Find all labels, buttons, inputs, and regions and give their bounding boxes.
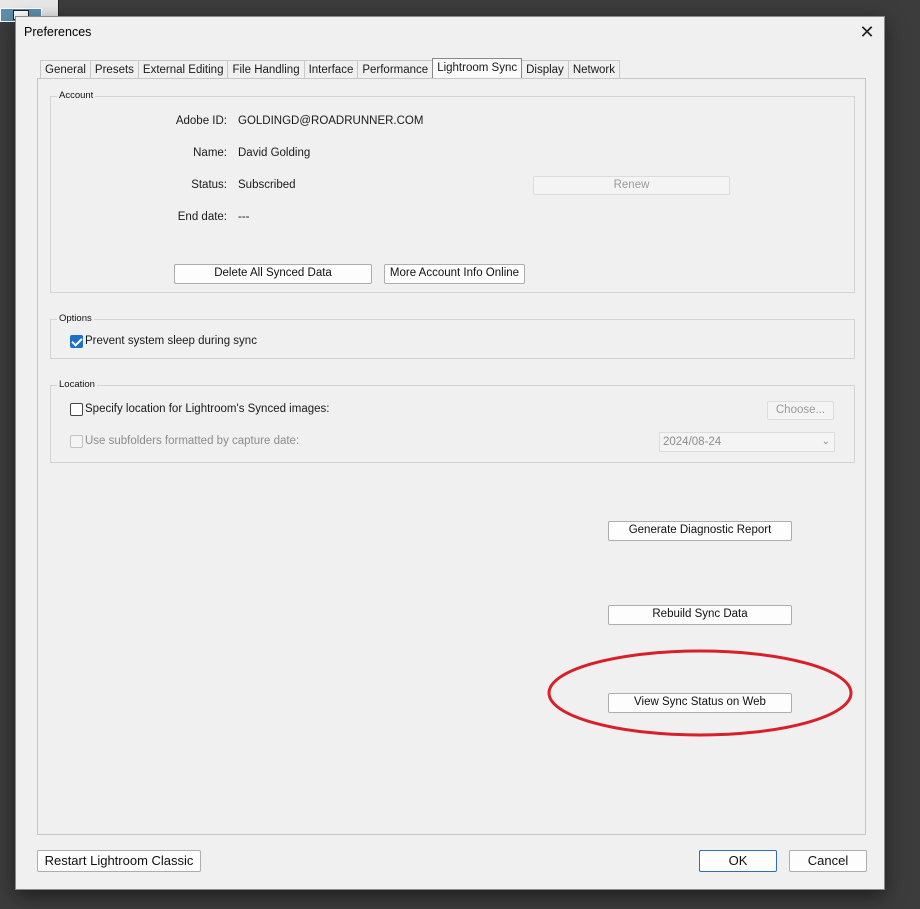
renew-button[interactable]: Renew xyxy=(533,176,730,195)
chevron-down-icon: ⌄ xyxy=(821,436,830,447)
location-group: Location Specify location for Lightroom'… xyxy=(50,379,855,463)
date-format-value: 2024/08-24 xyxy=(663,436,722,448)
tab-file-handling[interactable]: File Handling xyxy=(227,60,305,78)
tab-presets[interactable]: Presets xyxy=(89,60,139,78)
end-date-value: --- xyxy=(238,211,250,223)
preferences-dialog: Preferences ✕ General Presets External E… xyxy=(15,16,885,890)
date-format-select[interactable]: 2024/08-24 ⌄ xyxy=(659,432,835,452)
cancel-button[interactable]: Cancel xyxy=(789,850,867,872)
options-group-label: Options xyxy=(57,313,94,324)
delete-all-synced-data-button[interactable]: Delete All Synced Data xyxy=(174,264,372,284)
account-group: Account Adobe ID: GOLDINGD@ROADRUNNER.CO… xyxy=(50,90,855,293)
lightroom-sync-panel: Account Adobe ID: GOLDINGD@ROADRUNNER.CO… xyxy=(37,78,866,835)
options-group: Options Prevent system sleep during sync xyxy=(50,313,855,359)
tab-external-editing[interactable]: External Editing xyxy=(137,60,229,78)
subfolders-label: Use subfolders formatted by capture date… xyxy=(85,435,300,447)
tab-lightroom-sync[interactable]: Lightroom Sync xyxy=(432,58,523,78)
tab-network[interactable]: Network xyxy=(567,60,620,78)
ok-button[interactable]: OK xyxy=(699,850,777,872)
choose-button[interactable]: Choose... xyxy=(767,401,834,420)
tab-display[interactable]: Display xyxy=(521,60,569,78)
adobe-id-value: GOLDINGD@ROADRUNNER.COM xyxy=(238,115,424,127)
tab-bar: General Presets External Editing File Ha… xyxy=(40,58,620,78)
specify-location-label: Specify location for Lightroom's Synced … xyxy=(85,403,330,415)
name-label: Name: xyxy=(193,147,227,159)
adobe-id-label: Adobe ID: xyxy=(175,115,227,127)
end-date-label: End date: xyxy=(177,211,227,223)
tab-general[interactable]: General xyxy=(40,60,91,78)
subfolders-checkbox[interactable] xyxy=(70,435,83,448)
view-sync-status-button[interactable]: View Sync Status on Web xyxy=(608,693,792,713)
account-group-label: Account xyxy=(57,90,96,101)
more-account-info-button[interactable]: More Account Info Online xyxy=(384,264,525,284)
name-value: David Golding xyxy=(238,147,311,159)
status-label: Status: xyxy=(191,179,227,191)
rebuild-sync-data-button[interactable]: Rebuild Sync Data xyxy=(608,605,792,625)
tab-performance[interactable]: Performance xyxy=(357,60,434,78)
prevent-sleep-checkbox[interactable] xyxy=(70,335,83,348)
dialog-title: Preferences xyxy=(24,25,92,39)
generate-diagnostic-report-button[interactable]: Generate Diagnostic Report xyxy=(608,521,792,541)
location-group-label: Location xyxy=(57,379,97,390)
restart-lightroom-button[interactable]: Restart Lightroom Classic xyxy=(37,850,201,872)
status-value: Subscribed xyxy=(238,179,296,191)
close-icon[interactable]: ✕ xyxy=(856,21,878,43)
prevent-sleep-label: Prevent system sleep during sync xyxy=(85,335,257,347)
specify-location-checkbox[interactable] xyxy=(70,403,83,416)
tab-interface[interactable]: Interface xyxy=(303,60,359,78)
